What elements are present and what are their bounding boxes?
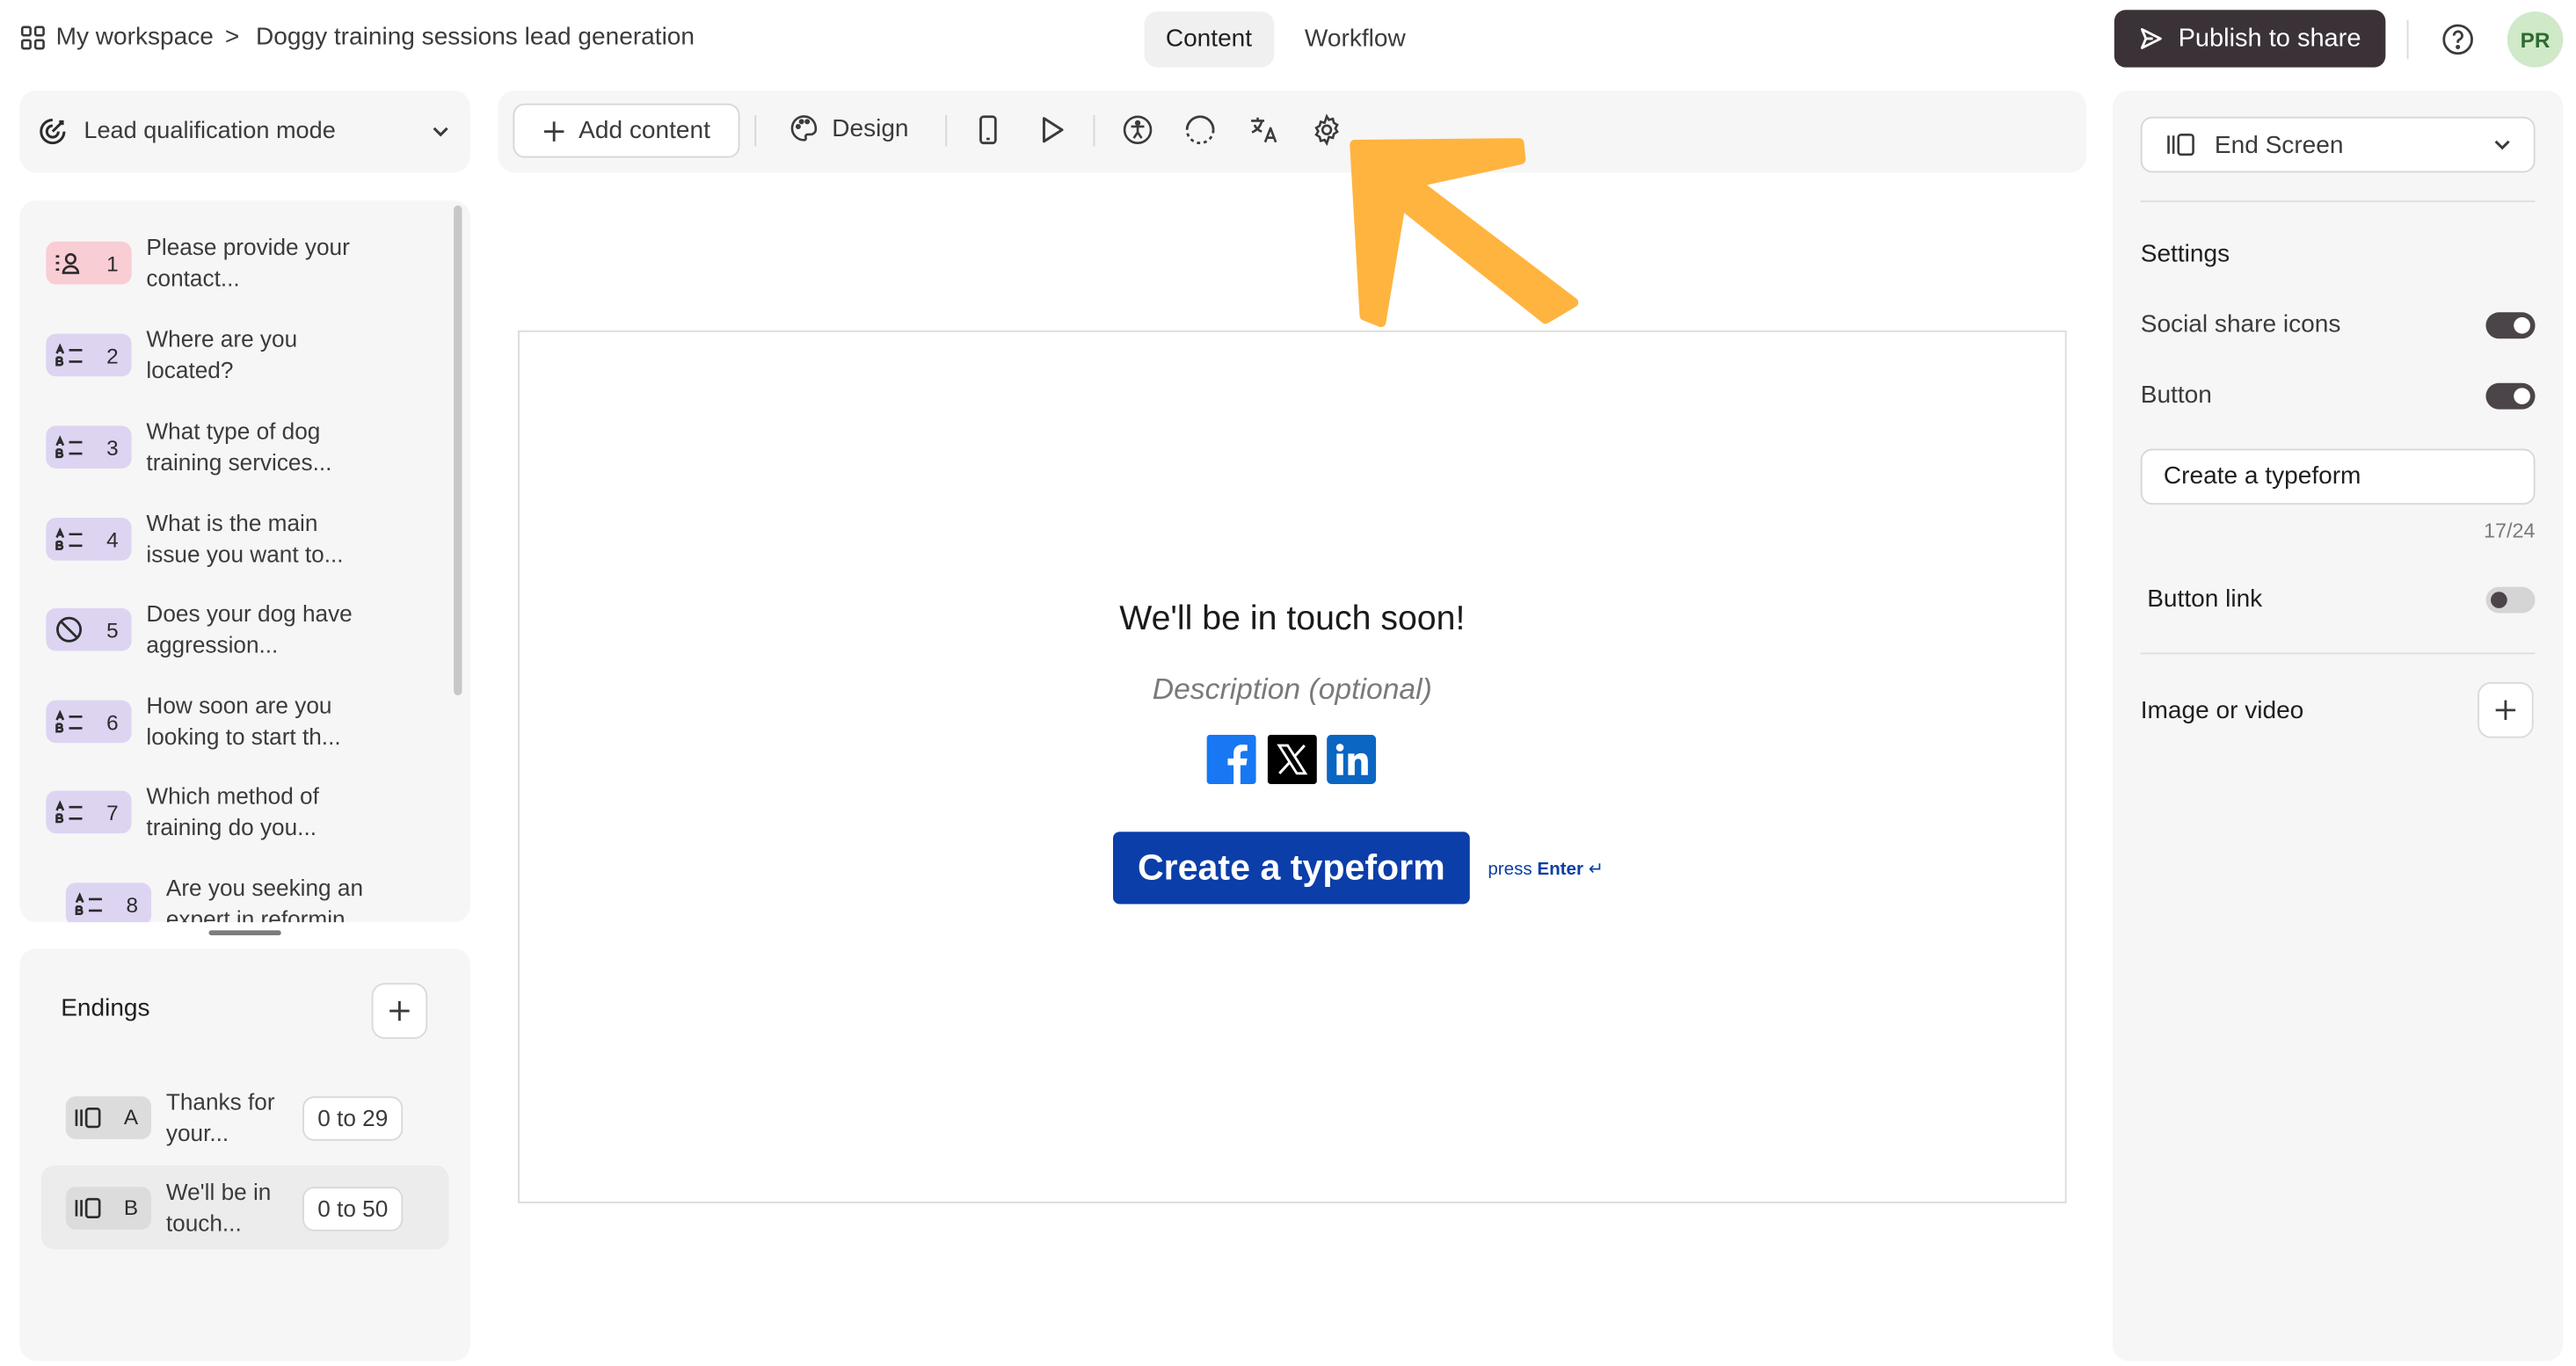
- toolbar-divider: [754, 114, 757, 147]
- button-text-input[interactable]: Create a typeform: [2140, 448, 2536, 505]
- question-list-scrollbar[interactable]: [454, 205, 462, 696]
- plus-icon: [388, 999, 411, 1022]
- add-content-label: Add content: [579, 116, 710, 145]
- accessibility-icon[interactable]: [1121, 113, 1153, 146]
- button-label: Button: [2140, 381, 2212, 410]
- breadcrumb-separator: >: [224, 23, 240, 51]
- workspace-grid-icon[interactable]: [19, 24, 46, 50]
- char-counter: 17/24: [2484, 519, 2536, 543]
- social-share-label: Social share icons: [2140, 310, 2341, 339]
- social-share-toggle[interactable]: [2485, 312, 2536, 339]
- question-text: Are you seeking an expert in reformin...: [165, 874, 365, 923]
- plus-icon: [542, 120, 565, 142]
- end-screen-description[interactable]: Description (optional): [518, 672, 2067, 707]
- press-enter-hint: press Enter ↵: [1488, 858, 1604, 879]
- loading-icon[interactable]: [1183, 113, 1216, 146]
- play-icon[interactable]: [1036, 113, 1068, 146]
- app-canvas: My workspace > Doggy training sessions l…: [0, 0, 2576, 1365]
- button-link-toggle[interactable]: [2485, 586, 2536, 614]
- add-media-button[interactable]: [2478, 682, 2534, 738]
- toolbar-divider: [945, 114, 948, 147]
- button-link-label: Button link: [2147, 585, 2263, 614]
- linkedin-icon[interactable]: [1327, 734, 1377, 784]
- chevron-down-icon: [429, 120, 452, 143]
- list-item[interactable]: 8 Are you seeking an expert in reformin.…: [65, 863, 389, 923]
- enter-label: Enter: [1537, 860, 1583, 880]
- tab-workflow[interactable]: Workflow: [1284, 11, 1427, 68]
- header-divider: [2406, 19, 2409, 60]
- ending-badge: A: [65, 1095, 152, 1138]
- main-tabs: Content Workflow: [1144, 11, 1428, 68]
- ending-badge: B: [65, 1186, 152, 1229]
- ending-item-a[interactable]: A Thanks for your... 0 to 29: [41, 1075, 449, 1159]
- question-badge: 8: [65, 883, 152, 923]
- ending-letter: A: [123, 1104, 139, 1130]
- design-label: Design: [832, 113, 909, 142]
- lead-mode-label: Lead qualification mode: [84, 118, 336, 145]
- avatar[interactable]: PR: [2507, 11, 2564, 68]
- add-content-button[interactable]: Add content: [513, 103, 740, 158]
- translate-icon[interactable]: [1248, 113, 1280, 146]
- palette-icon: [790, 113, 819, 143]
- end-screen-title[interactable]: We'll be in touch soon!: [518, 600, 2067, 640]
- send-icon: [2139, 26, 2164, 51]
- end-screen-icon: [74, 1195, 104, 1218]
- plus-icon: [2494, 699, 2517, 722]
- question-number: 8: [126, 891, 139, 917]
- breadcrumb: My workspace > Doggy training sessions l…: [19, 23, 695, 51]
- x-icon[interactable]: [1267, 734, 1317, 784]
- mobile-preview-icon[interactable]: [973, 113, 1003, 146]
- publish-label: Publish to share: [2178, 24, 2361, 52]
- ending-text: Thanks for your...: [165, 1087, 275, 1145]
- divider: [2140, 652, 2536, 655]
- add-ending-button[interactable]: [371, 983, 428, 1039]
- settings-title: Settings: [2140, 240, 2230, 268]
- multiple-choice-icon: [74, 892, 104, 916]
- facebook-icon[interactable]: [1206, 734, 1256, 784]
- highlight-arrow-icon: [1348, 138, 1586, 329]
- endings-title: Endings: [61, 994, 150, 1023]
- divider: [2140, 200, 2536, 203]
- resize-handle[interactable]: [208, 930, 281, 936]
- ending-row: A Thanks for your...: [65, 1075, 289, 1159]
- ending-text: We'll be in touch...: [165, 1177, 272, 1236]
- help-icon[interactable]: [2440, 21, 2476, 57]
- form-title[interactable]: Doggy training sessions lead generation: [256, 23, 695, 51]
- question-list-clip: 8 Are you seeking an expert in reformin.…: [19, 200, 469, 923]
- screen-type-select[interactable]: End Screen: [2140, 116, 2536, 173]
- button-toggle[interactable]: [2485, 382, 2536, 410]
- screen-type-label: End Screen: [2214, 130, 2344, 159]
- image-video-label: Image or video: [2140, 696, 2304, 725]
- settings-icon[interactable]: [1310, 113, 1343, 147]
- ending-score-range[interactable]: 0 to 50: [302, 1187, 404, 1232]
- press-label: press: [1488, 860, 1532, 880]
- lead-mode-selector[interactable]: Lead qualification mode: [19, 90, 470, 173]
- chevron-down-icon: [2491, 133, 2514, 156]
- design-button[interactable]: Design: [790, 113, 909, 143]
- create-typeform-button[interactable]: Create a typeform: [1112, 832, 1470, 905]
- ending-row: B We'll be in touch...: [65, 1166, 289, 1249]
- enter-return-icon: ↵: [1588, 860, 1604, 880]
- toolbar-divider: [1093, 114, 1095, 147]
- end-screen-icon: [2165, 132, 2198, 158]
- end-screen-icon: [74, 1106, 104, 1129]
- ending-letter: B: [123, 1195, 139, 1220]
- tab-content[interactable]: Content: [1144, 11, 1274, 68]
- ending-item-b[interactable]: B We'll be in touch... 0 to 50: [40, 1165, 449, 1250]
- ending-score-range[interactable]: 0 to 29: [302, 1096, 404, 1141]
- publish-button[interactable]: Publish to share: [2114, 10, 2386, 68]
- lead-mode-icon: [38, 117, 68, 147]
- breadcrumb-workspace[interactable]: My workspace: [56, 23, 214, 51]
